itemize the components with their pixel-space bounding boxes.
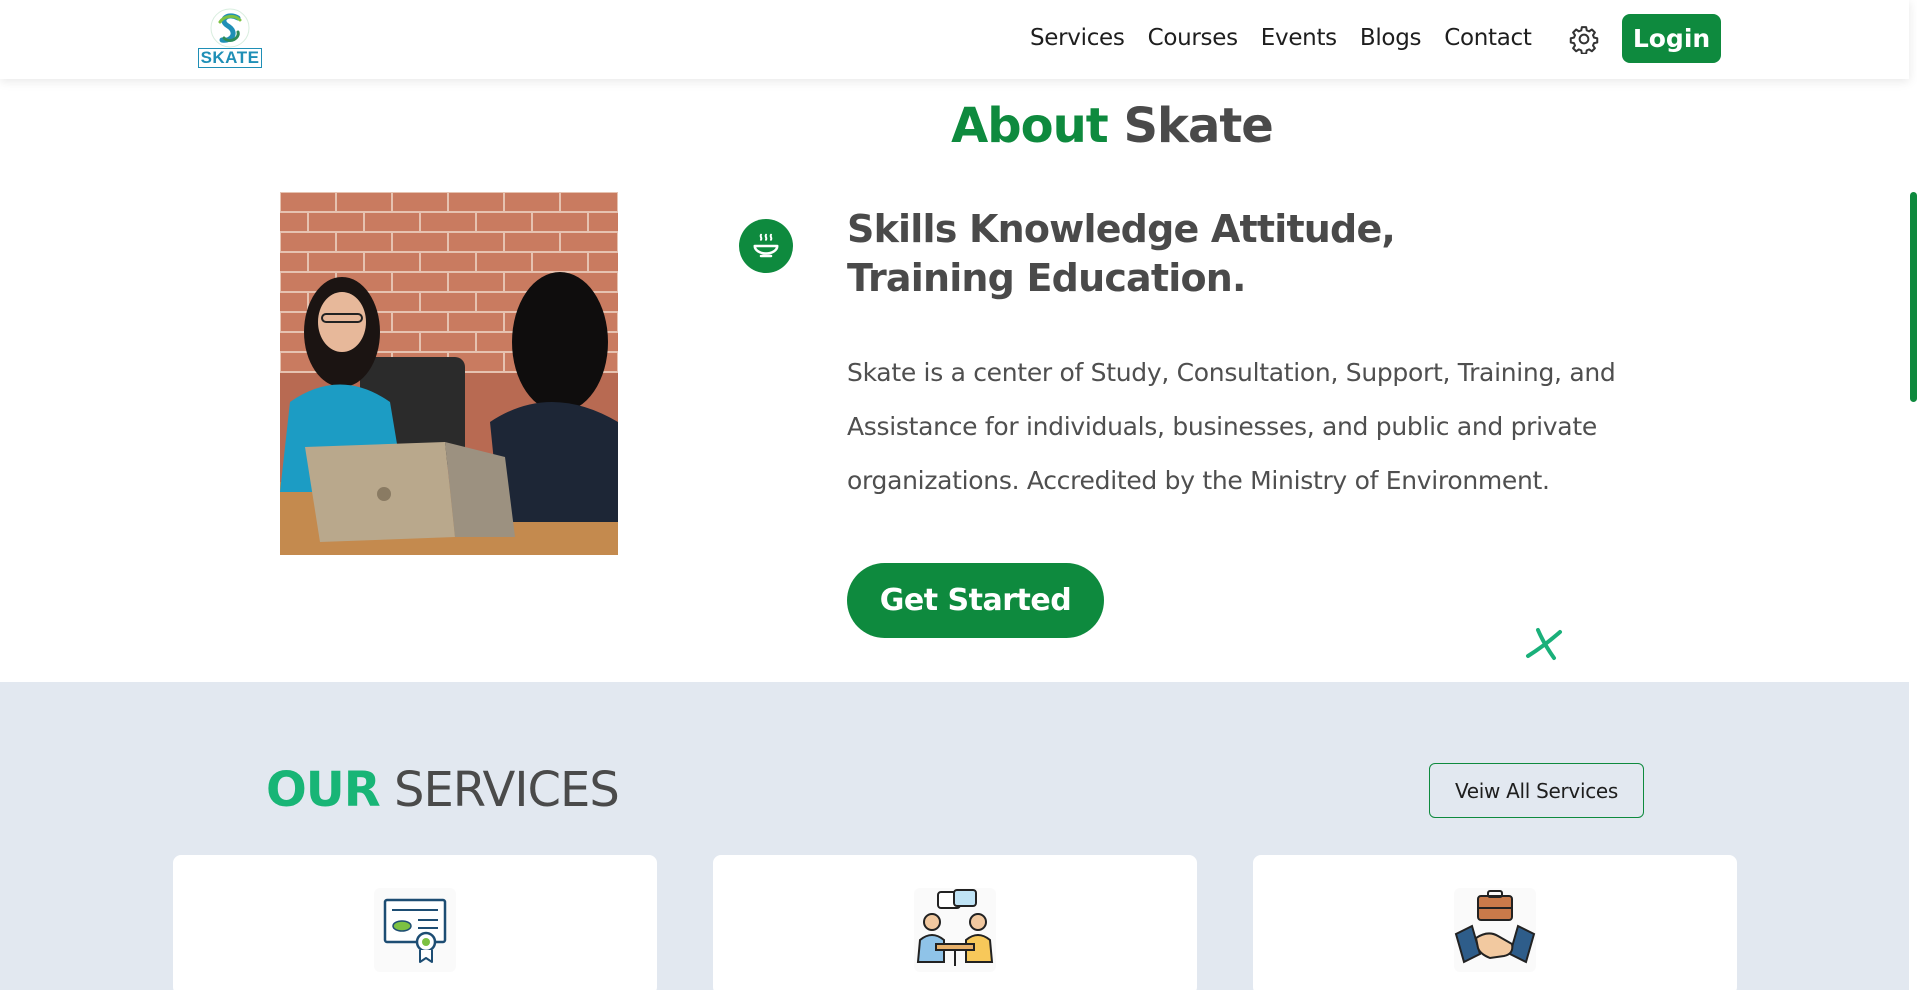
scrollbar-thumb[interactable]	[1910, 192, 1917, 402]
nav-blogs[interactable]: Blogs	[1360, 22, 1422, 54]
nav-contact[interactable]: Contact	[1444, 22, 1532, 54]
view-all-services-button[interactable]: Veiw All Services	[1429, 763, 1644, 818]
about-title-rest: Skate	[1107, 98, 1273, 154]
about-title: About Skate	[0, 98, 1909, 154]
service-card[interactable]	[173, 855, 657, 990]
service-card[interactable]	[1253, 855, 1737, 990]
nav-events[interactable]: Events	[1261, 22, 1337, 54]
about-description: Skate is a center of Study, Consultation…	[847, 358, 1616, 495]
services-title: OUR SERVICES	[266, 762, 620, 818]
handshake-briefcase-icon	[1454, 888, 1536, 972]
services-title-highlight: OUR	[266, 762, 381, 818]
logo-mark-icon	[210, 8, 250, 48]
skate-logo[interactable]: SKATE	[198, 8, 262, 68]
get-started-button[interactable]: Get Started	[847, 563, 1104, 638]
decorative-cross-icon	[1526, 628, 1562, 660]
nav-courses[interactable]: Courses	[1148, 22, 1238, 54]
login-button[interactable]: Login	[1622, 14, 1721, 63]
bowl-icon-badge	[739, 219, 793, 273]
certificate-icon	[374, 888, 456, 972]
gear-icon[interactable]	[1569, 24, 1599, 54]
nav-services[interactable]: Services	[1030, 22, 1125, 54]
steaming-bowl-icon	[753, 233, 779, 258]
service-card[interactable]	[713, 855, 1197, 990]
meeting-photo	[280, 192, 618, 555]
about-title-highlight: About	[951, 98, 1109, 154]
scrollbar-track[interactable]	[1909, 0, 1917, 990]
site-header: SKATE Services Courses Events Blogs Cont…	[0, 0, 1909, 79]
main-nav: Services Courses Events Blogs Contact	[1030, 22, 1555, 54]
logo-text: SKATE	[198, 48, 262, 68]
about-photo	[280, 192, 618, 555]
consultation-icon	[914, 888, 996, 972]
about-heading: Skills Knowledge Attitude, Training Educ…	[847, 207, 1396, 300]
services-title-rest: SERVICES	[379, 762, 620, 818]
